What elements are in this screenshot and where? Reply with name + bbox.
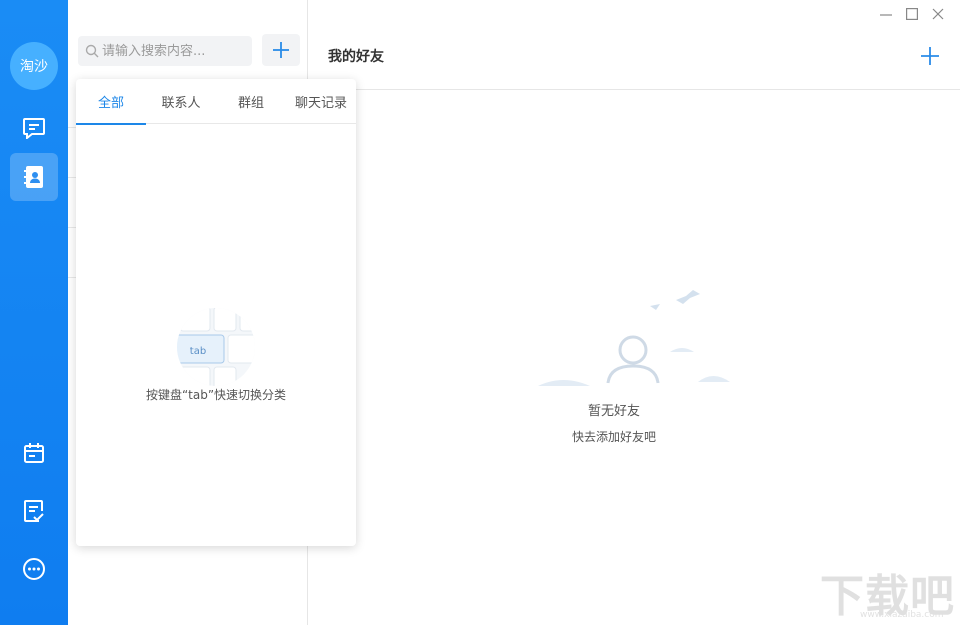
keyboard-tab-illustration: tab [177,308,255,386]
tab-key-label: tab [190,346,206,357]
search-category-tabs: 全部 联系人 群组 聊天记录 [76,79,356,125]
minimize-button[interactable] [878,6,894,22]
minimize-icon [880,14,892,16]
close-button[interactable] [930,6,946,22]
search-box [78,36,252,66]
nav-contacts-button[interactable] [10,153,58,201]
nav-calendar-button[interactable] [10,429,58,477]
maximize-button[interactable] [904,6,920,22]
page-title: 我的好友 [328,49,384,65]
add-button[interactable] [262,34,300,66]
empty-friends-illustration [538,290,730,386]
plus-icon [273,42,289,58]
contacts-icon [24,166,43,188]
tab-chat-history[interactable]: 聊天记录 [286,79,356,124]
empty-state-title: 暂无好友 [587,404,640,419]
add-friend-button[interactable] [920,46,940,70]
close-icon [932,8,944,20]
more-icon [23,558,45,580]
empty-state-subtitle: 快去添加好友吧 [571,430,656,444]
tab-contacts[interactable]: 联系人 [146,79,216,124]
user-placeholder-icon [606,335,660,384]
task-check-icon [24,500,44,522]
watermark-logo: 下载吧 www.xiazaiba.com [820,560,960,625]
nav-messages-button[interactable] [10,104,58,152]
chat-icon [23,118,45,139]
left-nav: 淘沙 [0,0,68,625]
nav-more-button[interactable] [10,545,58,593]
main-pane: 我的好友 暂无好友 快去添加好友吧 下载吧 www.xiazaiba.com [308,0,960,625]
header-divider [308,89,960,90]
tab-switch-hint: 按键盘“tab”快速切换分类 [145,388,287,402]
avatar[interactable]: 淘沙 [10,42,58,90]
tab-groups[interactable]: 群组 [216,79,286,124]
watermark-url: www.xiazaiba.com [860,610,944,620]
tab-all[interactable]: 全部 [76,79,146,125]
nav-tasks-button[interactable] [10,487,58,535]
search-popup: 全部 联系人 群组 聊天记录 tab 按键盘“tab”快速切换分类 [76,79,356,546]
maximize-icon [906,8,918,20]
calendar-icon [24,443,44,463]
search-input[interactable] [102,36,248,66]
search-icon [85,44,99,58]
plus-icon [921,47,939,65]
